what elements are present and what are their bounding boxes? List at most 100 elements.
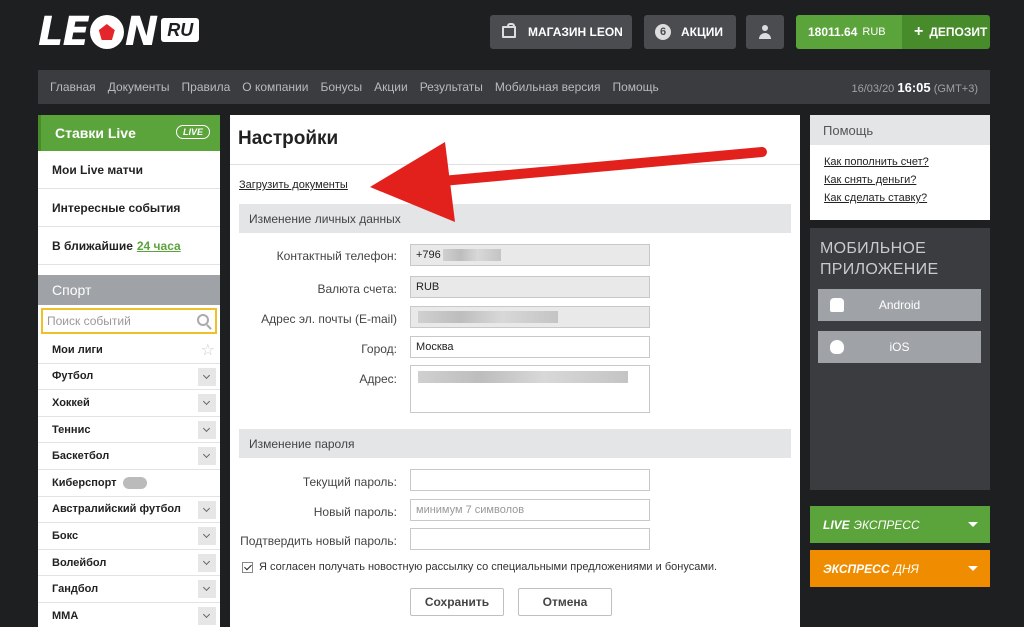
chevron-down-icon[interactable] <box>198 367 216 386</box>
new-password-placeholder: минимум 7 символов <box>416 504 525 516</box>
leon-logo[interactable]: LE N RU <box>38 9 200 55</box>
logo-ru-badge: RU <box>161 18 200 42</box>
currency-value: RUB <box>416 281 440 293</box>
chevron-down-icon[interactable] <box>198 553 216 572</box>
day-express-toggle[interactable]: ЭКСПРЕСС ДНЯ <box>810 550 990 587</box>
sport-item-handball[interactable]: Гандбол <box>38 576 220 603</box>
balance-currency: RUB <box>862 26 886 38</box>
account-button[interactable] <box>746 15 784 49</box>
upcoming-24h-link[interactable]: 24 часа <box>137 239 181 253</box>
my-leagues-item[interactable]: Мои лиги ☆ <box>38 337 220 364</box>
nav-item-documents[interactable]: Документы <box>102 80 176 94</box>
help-link-deposit[interactable]: Как пополнить счет? <box>810 155 990 169</box>
save-button[interactable]: Сохранить <box>410 588 504 616</box>
chevron-down-icon[interactable] <box>198 500 216 519</box>
phone-value: +796 <box>416 249 441 261</box>
nav-item-promotions[interactable]: Акции <box>368 80 414 94</box>
page-title: Настройки <box>238 128 339 149</box>
live-express-toggle[interactable]: LIVE ЭКСПРЕСС <box>810 506 990 543</box>
upcoming-label: В ближайшие <box>52 238 133 253</box>
live-bets-title: Ставки Live <box>55 125 136 141</box>
newsletter-checkbox[interactable] <box>242 561 253 573</box>
interesting-events-link[interactable]: Интересные события <box>38 189 220 227</box>
help-link-bet[interactable]: Как сделать ставку? <box>810 191 990 205</box>
live-express-bold: LIVE <box>823 517 850 532</box>
search-icon[interactable] <box>197 314 209 326</box>
my-leagues-label: Мои лиги <box>52 343 103 356</box>
title-divider <box>230 164 800 165</box>
cancel-button[interactable]: Отмена <box>518 588 612 616</box>
mobile-app-box: МОБИЛЬНОЕ ПРИЛОЖЕНИЕ Android iOS LIVE ЭК… <box>810 228 990 587</box>
address-textarea[interactable] <box>410 365 650 413</box>
live-bets-header[interactable]: Ставки Live LIVE <box>38 115 220 151</box>
chevron-down-icon[interactable] <box>198 447 216 466</box>
help-link-withdraw[interactable]: Как снять деньги? <box>810 173 990 187</box>
sport-item-football[interactable]: Футбол <box>38 364 220 391</box>
nav-item-home[interactable]: Главная <box>38 80 102 94</box>
redacted-value <box>418 311 558 323</box>
event-search-input[interactable] <box>47 314 187 328</box>
city-value: Москва <box>416 341 454 353</box>
help-box: Помощь Как пополнить счет? Как снять ден… <box>810 115 990 220</box>
sport-item-mma[interactable]: MMA <box>38 603 220 627</box>
sport-item-basketball[interactable]: Баскетбол <box>38 443 220 470</box>
sport-item-boxing[interactable]: Бокс <box>38 523 220 550</box>
plus-icon: + <box>914 23 924 40</box>
clock-date: 16/03/20 <box>851 83 895 95</box>
confirm-password-input[interactable] <box>410 528 650 550</box>
logo-text-part2: N <box>124 9 158 55</box>
balance-value: 18011.64 <box>808 25 858 39</box>
city-input[interactable]: Москва <box>410 336 650 358</box>
sport-item-esports[interactable]: Киберспорт <box>38 470 220 497</box>
android-app-button[interactable]: Android <box>818 289 981 321</box>
nav-item-bonuses[interactable]: Бонусы <box>314 80 368 94</box>
upload-documents-link[interactable]: Загрузить документы <box>239 179 348 191</box>
confirm-password-label: Подтвердить новый пароль: <box>240 534 397 548</box>
nav-item-help[interactable]: Помощь <box>606 80 664 94</box>
sport-item-hockey[interactable]: Хоккей <box>38 390 220 417</box>
upcoming-events-link[interactable]: В ближайшие 24 часа <box>38 227 220 265</box>
mobile-app-title: МОБИЛЬНОЕ ПРИЛОЖЕНИЕ <box>810 228 990 280</box>
newsletter-consent[interactable]: Я согласен получать новостную рассылку с… <box>242 561 717 573</box>
balance-display[interactable]: 18011.64 RUB <box>796 15 902 49</box>
email-label: Адрес эл. почты (E-mail) <box>261 312 397 326</box>
event-search <box>41 308 217 334</box>
chevron-down-icon[interactable] <box>198 420 216 439</box>
user-icon <box>758 25 772 39</box>
sport-label: Гандбол <box>52 583 99 596</box>
main-nav: Главная Документы Правила О компании Бон… <box>38 70 990 104</box>
current-password-input[interactable] <box>410 469 650 491</box>
deposit-button[interactable]: + ДЕПОЗИТ <box>902 15 990 49</box>
nav-item-rules[interactable]: Правила <box>176 80 237 94</box>
new-password-input[interactable]: минимум 7 символов <box>410 499 650 521</box>
nav-item-mobile[interactable]: Мобильная версия <box>489 80 607 94</box>
ios-app-button[interactable]: iOS <box>818 331 981 363</box>
email-field <box>410 306 650 328</box>
chevron-down-icon[interactable] <box>198 580 216 599</box>
personal-data-section-header: Изменение личных данных <box>239 204 791 233</box>
android-icon <box>830 298 844 312</box>
nav-item-about[interactable]: О компании <box>236 80 314 94</box>
current-password-label: Текущий пароль: <box>302 475 397 489</box>
settings-panel: Настройки Загрузить документы Изменение … <box>230 115 800 627</box>
deposit-label: ДЕПОЗИТ <box>929 25 988 39</box>
android-label: Android <box>878 298 921 312</box>
sport-label: Теннис <box>52 423 91 436</box>
right-sidebar: Помощь Как пополнить счет? Как снять ден… <box>810 115 990 587</box>
promotions-button[interactable]: 6 АКЦИИ <box>644 15 736 49</box>
phone-field: +796 <box>410 244 650 266</box>
sport-item-aussie-rules[interactable]: Австралийский футбол <box>38 497 220 524</box>
chevron-down-icon[interactable] <box>198 527 216 546</box>
promotions-label: АКЦИИ <box>681 25 724 39</box>
my-live-matches-link[interactable]: Мои Live матчи <box>38 151 220 189</box>
clock-timezone: (GMT+3) <box>933 83 978 95</box>
mobile-app-title-line2: ПРИЛОЖЕНИЕ <box>820 261 939 278</box>
shop-button[interactable]: МАГАЗИН LEON <box>490 15 632 49</box>
sport-item-volleyball[interactable]: Волейбол <box>38 550 220 577</box>
chevron-down-icon[interactable] <box>198 394 216 413</box>
nav-item-results[interactable]: Результаты <box>414 80 489 94</box>
star-icon[interactable]: ☆ <box>201 340 215 360</box>
chevron-down-icon[interactable] <box>198 606 216 625</box>
sport-item-tennis[interactable]: Теннис <box>38 417 220 444</box>
city-label: Город: <box>361 342 397 356</box>
